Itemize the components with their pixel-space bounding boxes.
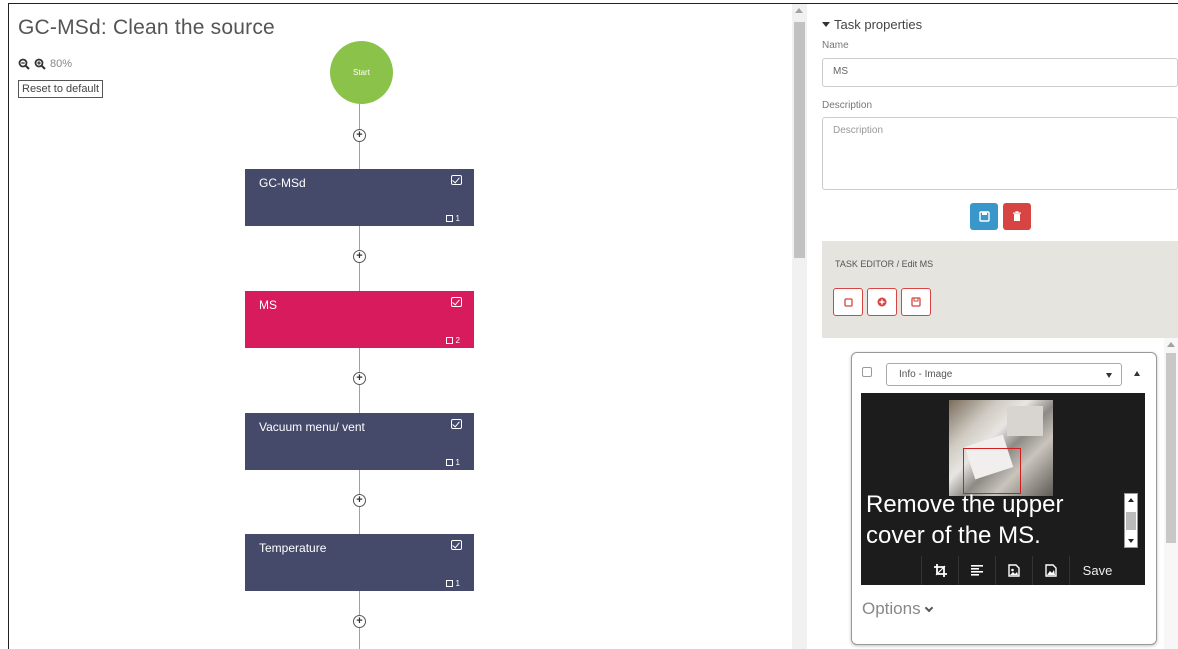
plus-circle-icon <box>877 297 887 307</box>
task-count-value: 1 <box>455 458 460 467</box>
select-all-button[interactable] <box>833 288 863 316</box>
scroll-up-icon[interactable] <box>1128 498 1134 502</box>
start-node[interactable]: Start <box>330 41 393 104</box>
task-count: 1 <box>445 458 460 467</box>
task-node-ms[interactable]: MS 2 <box>245 291 474 348</box>
add-step-icon[interactable]: + <box>353 250 366 263</box>
add-step-icon[interactable]: + <box>353 129 366 142</box>
trash-icon <box>1013 211 1021 221</box>
task-node-temperature[interactable]: Temperature 1 <box>245 534 474 591</box>
editor-body: Info - Image Remove the upper cover of t… <box>822 338 1178 649</box>
caret-down-icon <box>1106 373 1112 378</box>
copy-icon <box>445 580 453 587</box>
task-count-value: 2 <box>455 336 460 345</box>
crop-icon <box>933 564 947 577</box>
task-count: 2 <box>445 336 460 345</box>
image-edit-icon <box>1008 564 1020 577</box>
move-up-icon[interactable] <box>1134 371 1140 376</box>
description-field[interactable]: Description <box>822 117 1178 190</box>
task-properties-header[interactable]: Task properties <box>822 17 922 32</box>
info-image-block: Info - Image Remove the upper cover of t… <box>851 352 1157 645</box>
name-label: Name <box>822 40 849 51</box>
options-toggle[interactable]: Options <box>862 599 933 619</box>
scroll-up-icon[interactable] <box>1167 342 1175 347</box>
square-icon <box>843 297 853 307</box>
editor-scrollbar[interactable] <box>1164 338 1178 649</box>
check-square-icon[interactable] <box>451 540 462 550</box>
caret-down-icon <box>822 22 830 27</box>
add-step-icon[interactable]: + <box>353 372 366 385</box>
task-count: 1 <box>445 214 460 223</box>
task-name: GC-MSd <box>259 176 306 190</box>
scrollbar-thumb[interactable] <box>1166 353 1176 543</box>
image-caption[interactable]: Remove the upper cover of the MS. <box>866 489 1121 551</box>
image-button[interactable] <box>1032 556 1069 585</box>
task-name: MS <box>259 298 277 312</box>
canvas-scrollbar[interactable] <box>792 4 807 649</box>
add-block-button[interactable] <box>867 288 897 316</box>
floppy-icon <box>978 211 990 222</box>
caption-scrollbar[interactable] <box>1124 493 1138 548</box>
check-square-icon[interactable] <box>451 297 462 307</box>
floppy-icon <box>911 297 921 307</box>
task-name: Temperature <box>259 541 327 555</box>
save-image-button[interactable]: Save <box>1069 556 1125 585</box>
task-editor: TASK EDITOR / Edit MS Info - Image Remov… <box>822 241 1178 649</box>
image-icon <box>1045 564 1057 577</box>
copy-icon <box>445 459 453 466</box>
task-count-value: 1 <box>455 214 460 223</box>
zoom-level: 80% <box>50 58 73 70</box>
options-label: Options <box>862 599 921 618</box>
scrollbar-thumb[interactable] <box>1126 512 1136 530</box>
edit-image-button[interactable] <box>995 556 1032 585</box>
zoom-out-icon[interactable] <box>18 58 30 70</box>
check-square-icon[interactable] <box>451 175 462 185</box>
block-select-checkbox[interactable] <box>862 367 872 377</box>
scrollbar-thumb[interactable] <box>794 22 805 258</box>
block-type-value: Info - Image <box>899 369 953 380</box>
chevron-down-icon <box>924 603 933 612</box>
task-name: Vacuum menu/ vent <box>259 420 365 434</box>
highlight-box <box>963 448 1021 494</box>
task-count-value: 1 <box>455 579 460 588</box>
description-label: Description <box>822 100 873 111</box>
delete-task-button[interactable] <box>1003 203 1031 230</box>
scroll-up-icon[interactable] <box>795 8 803 13</box>
copy-icon <box>445 215 453 222</box>
workflow-title: GC-MSd: Clean the source <box>18 16 275 39</box>
task-count: 1 <box>445 579 460 588</box>
align-left-button[interactable] <box>958 556 995 585</box>
reset-to-default-button[interactable]: Reset to default <box>18 80 104 98</box>
copy-icon <box>445 337 453 344</box>
add-step-icon[interactable]: + <box>353 494 366 507</box>
save-task-button[interactable] <box>970 203 998 230</box>
task-node-gc-msd[interactable]: GC-MSd 1 <box>245 169 474 226</box>
ms-photo <box>949 400 1053 496</box>
task-properties-title: Task properties <box>834 17 923 32</box>
zoom-in-icon[interactable] <box>34 58 46 70</box>
add-step-icon[interactable]: + <box>353 615 366 628</box>
save-editor-button[interactable] <box>901 288 931 316</box>
crop-button[interactable] <box>921 556 958 585</box>
name-field[interactable]: MS <box>822 58 1178 87</box>
image-block-preview: Remove the upper cover of the MS. Save <box>861 393 1145 585</box>
scroll-down-icon[interactable] <box>1128 539 1134 543</box>
image-toolbar: Save <box>921 556 1145 585</box>
properties-panel: Task properties Name MS Description Desc… <box>822 4 1178 649</box>
task-node-vacuum-menu-vent[interactable]: Vacuum menu/ vent 1 <box>245 413 474 470</box>
zoom-controls: 80% <box>18 58 72 70</box>
check-square-icon[interactable] <box>451 419 462 429</box>
task-editor-title: TASK EDITOR / Edit MS <box>835 259 934 269</box>
block-type-select[interactable]: Info - Image <box>886 363 1122 386</box>
align-left-icon <box>971 565 983 576</box>
